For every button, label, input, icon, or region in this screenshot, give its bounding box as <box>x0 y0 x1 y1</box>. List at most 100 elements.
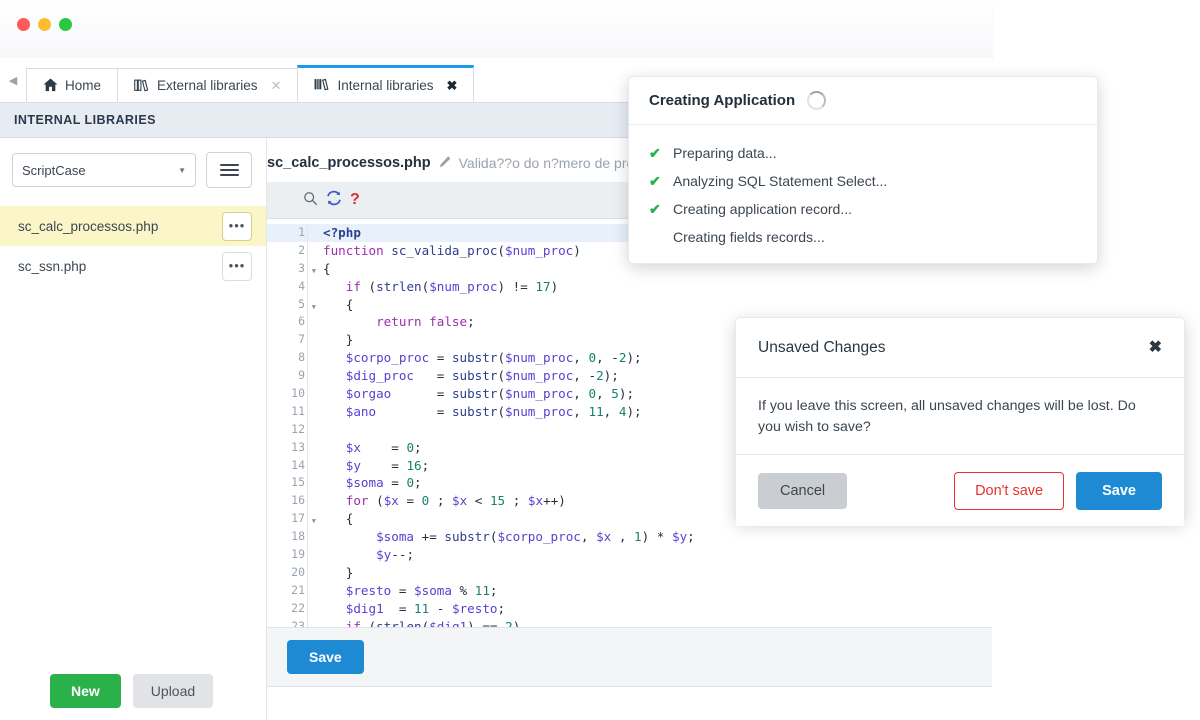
fold-toggle-icon[interactable]: ▼ <box>312 299 316 317</box>
line-number: 20 <box>291 564 305 579</box>
code-line-text: for ($x = 0 ; $x < 15 ; $x++) <box>345 493 566 509</box>
code-line[interactable]: 18 $soma += substr($corpo_proc, $x , 1) … <box>267 528 992 547</box>
help-icon[interactable]: ? <box>350 192 360 208</box>
window-close-button[interactable] <box>17 18 30 31</box>
refresh-icon[interactable] <box>326 190 342 210</box>
code-line-text: $y--; <box>376 547 415 563</box>
line-number: 9 <box>298 368 305 383</box>
tab-list: Home External libraries ✕ Internal libra… <box>26 58 475 102</box>
sidebar-footer: New Upload <box>0 660 266 720</box>
dont-save-button[interactable]: Don't save <box>954 471 1065 510</box>
sidebar-controls: ScriptCase ▼ <box>0 138 266 188</box>
gutter-divider <box>307 563 317 582</box>
unsaved-dialog-message: If you leave this screen, all unsaved ch… <box>736 378 1184 455</box>
line-number: 12 <box>291 421 305 436</box>
file-list: sc_calc_processos.php ••• sc_ssn.php ••• <box>0 206 266 286</box>
code-line-text: if (strlen($dig1) == 2) <box>345 618 521 627</box>
window-minimize-button[interactable] <box>38 18 51 31</box>
upload-button[interactable]: Upload <box>132 674 214 708</box>
ellipsis-icon[interactable]: ••• <box>222 251 252 281</box>
tab-internal-libraries-label: Internal libraries <box>337 77 434 93</box>
sidebar: ScriptCase ▼ sc_calc_processos.php ••• s… <box>0 138 267 720</box>
home-icon <box>43 78 58 94</box>
line-number: 23 <box>291 618 305 627</box>
line-number: 8 <box>298 350 305 365</box>
list-item[interactable]: sc_ssn.php ••• <box>0 246 266 286</box>
tab-internal-libraries[interactable]: Internal libraries ✖ <box>297 65 475 102</box>
new-button[interactable]: New <box>50 674 121 708</box>
code-line[interactable]: 4 if (strlen($num_proc) != 17) <box>267 277 992 296</box>
creating-dialog-header: Creating Application <box>629 77 1097 125</box>
line-number: 1 <box>298 225 305 239</box>
close-icon[interactable]: ✖ <box>1149 339 1162 356</box>
gutter-divider <box>307 402 317 421</box>
gutter-divider <box>307 581 317 600</box>
gutter-divider <box>307 420 317 439</box>
gutter-divider <box>307 546 317 564</box>
check-icon: ✔ <box>649 200 661 217</box>
line-number: 11 <box>291 403 305 418</box>
search-icon[interactable] <box>303 191 318 209</box>
code-line-text: $dig1 = 11 - $resto; <box>345 600 506 616</box>
code-line-text: $ano = substr($num_proc, 11, 4); <box>345 403 642 419</box>
unsaved-dialog-footer: Cancel Don't save Save <box>736 455 1184 526</box>
line-number: 7 <box>298 332 305 347</box>
code-line[interactable]: 5 ▼ { <box>267 295 992 314</box>
line-number: 5 ▼ <box>267 296 316 314</box>
save-button[interactable]: Save <box>1076 471 1162 510</box>
fold-toggle-icon[interactable]: ▼ <box>312 513 316 531</box>
unsaved-dialog-title: Unsaved Changes <box>758 338 886 356</box>
project-select[interactable]: ScriptCase ▼ <box>12 153 196 187</box>
code-line-text: $y = 16; <box>345 457 430 473</box>
code-line[interactable]: 19 $y--; <box>267 546 992 564</box>
code-line[interactable]: 22 $dig1 = 11 - $resto; <box>267 599 992 618</box>
save-button[interactable]: Save <box>287 640 364 674</box>
line-number: 3 ▼ <box>267 260 316 278</box>
file-name-label: sc_calc_processos.php <box>18 218 159 234</box>
window-zoom-button[interactable] <box>59 18 72 31</box>
spinner-icon <box>807 91 827 110</box>
line-number: 17 ▼ <box>267 510 316 528</box>
tab-external-libraries[interactable]: External libraries ✕ <box>117 68 299 102</box>
sidebar-collapse-icon[interactable]: ◀ <box>0 58 26 102</box>
code-line-text: { <box>345 511 354 527</box>
line-number: 19 <box>291 547 305 562</box>
line-number: 16 <box>291 493 305 508</box>
screen-root: ◀ Home External libraries ✕ Internal lib… <box>0 0 1200 720</box>
check-icon: ✔ <box>649 172 661 189</box>
code-line-text: { <box>323 260 331 276</box>
pencil-icon[interactable] <box>438 155 452 172</box>
sidebar-menu-button[interactable] <box>206 152 252 188</box>
cancel-button[interactable]: Cancel <box>758 472 848 509</box>
tab-home-label: Home <box>65 78 102 93</box>
code-line-text: } <box>345 564 354 580</box>
gutter-divider <box>307 474 317 493</box>
code-line[interactable]: 23 if (strlen($dig1) == 2) <box>267 617 992 627</box>
gutter-divider <box>307 492 317 511</box>
fold-toggle-icon[interactable]: ▼ <box>312 263 316 281</box>
code-line[interactable]: 20 } <box>267 563 992 582</box>
line-number: 6 <box>298 314 305 329</box>
code-line-text: if (strlen($num_proc) != 17) <box>345 278 559 294</box>
books-icon <box>134 78 150 94</box>
line-number: 2 <box>298 242 305 257</box>
gutter-divider <box>307 331 317 350</box>
gutter-divider <box>307 367 317 386</box>
line-number: 10 <box>291 386 305 401</box>
code-line[interactable]: 21 $resto = $soma % 11; <box>267 581 992 600</box>
gutter-divider <box>307 456 317 475</box>
code-line-text: $orgao = substr($num_proc, 0, 5); <box>345 386 635 402</box>
tab-home[interactable]: Home <box>26 68 119 102</box>
code-line-text: $resto = $soma % 11; <box>345 582 498 598</box>
code-line-text: function sc_valida_proc($num_proc) <box>323 242 581 258</box>
tab-external-libraries-close-icon[interactable]: ✕ <box>271 79 282 92</box>
ellipsis-icon[interactable]: ••• <box>222 211 252 241</box>
creating-step: ✔ Creating fields records... <box>649 223 1077 251</box>
list-item[interactable]: sc_calc_processos.php ••• <box>0 206 266 246</box>
creating-step-label: Creating application record... <box>673 201 852 217</box>
chevron-down-icon: ▼ <box>178 165 186 175</box>
tab-internal-libraries-close-icon[interactable]: ✖ <box>447 79 458 92</box>
gutter-divider <box>307 599 317 618</box>
gutter-divider <box>307 241 317 260</box>
gutter-divider <box>307 224 317 242</box>
